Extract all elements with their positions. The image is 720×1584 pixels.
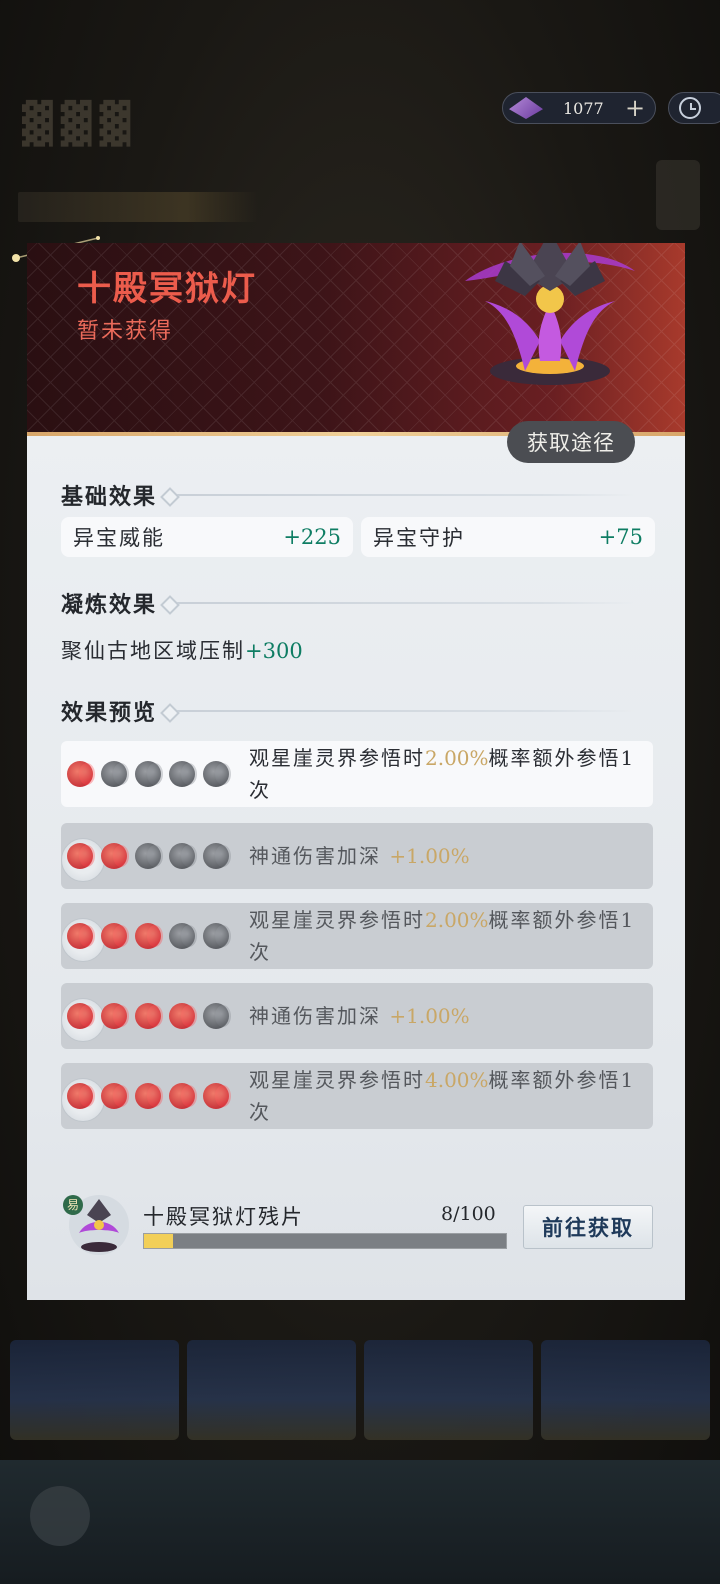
stat-box: 异宝威能 +225 (61, 517, 353, 557)
item-header: 十殿冥狱灯 暂未获得 (27, 243, 685, 436)
level-pip-icon (203, 1003, 229, 1029)
clock-button[interactable] (668, 92, 720, 124)
preview-row: 观星崖灵界参悟时4.00%概率额外参悟1次 (61, 1063, 653, 1129)
preview-row: 神通伤害加深 +1.00% (61, 983, 653, 1049)
background-title-decoration: ▓▓▓ (22, 100, 139, 147)
level-pip-icon (67, 761, 93, 787)
refine-label: 聚仙古地区域压制 (61, 639, 245, 663)
preview-text-before: 神通伤害加深 (249, 1004, 390, 1028)
clock-icon (679, 97, 701, 119)
level-pip-icon (101, 1003, 127, 1029)
preview-row: 观星崖灵界参悟时2.00%概率额外参悟1次 (61, 903, 653, 969)
background-subtitle-decoration (18, 192, 258, 222)
background-card (187, 1340, 356, 1440)
level-pip-icon (101, 843, 127, 869)
refine-effect-line: 聚仙古地区域压制+300 (61, 635, 303, 665)
level-pip-icon (67, 1083, 93, 1109)
level-pip-icon (169, 843, 195, 869)
preview-text-before: 观星崖灵界参悟时 (249, 908, 425, 932)
stat-box: 异宝守护 +75 (361, 517, 655, 557)
preview-percent: 2.00% (425, 746, 489, 770)
item-name: 十殿冥狱灯 (77, 269, 257, 309)
level-pip-icon (203, 923, 229, 949)
stat-value: +75 (598, 525, 643, 549)
level-pips (61, 761, 249, 787)
level-pip-icon (169, 923, 195, 949)
preview-percent: 4.00% (425, 1068, 489, 1092)
background-bottom-bar (0, 1460, 720, 1584)
acquire-route-button[interactable]: 获取途径 (507, 421, 635, 463)
stat-label: 异宝守护 (373, 526, 465, 550)
level-pip-icon (135, 843, 161, 869)
level-pip-icon (135, 923, 161, 949)
level-pip-icon (135, 1083, 161, 1109)
fragment-progress-bar (143, 1233, 507, 1249)
preview-text-before: 观星崖灵界参悟时 (249, 746, 425, 770)
lotus-lamp-icon (465, 243, 635, 385)
background-side-icon (656, 160, 700, 230)
section-divider (165, 494, 636, 496)
preview-percent: +1.00% (389, 844, 470, 868)
background-card (364, 1340, 533, 1440)
level-pips (61, 1078, 249, 1122)
background-cards (10, 1340, 710, 1440)
add-currency-button[interactable]: + (625, 96, 645, 120)
level-pip-icon (169, 761, 195, 787)
refine-effect-title: 凝炼效果 (61, 587, 636, 619)
level-pip-icon (101, 761, 127, 787)
back-icon[interactable] (30, 1486, 90, 1546)
level-pip-icon (135, 1003, 161, 1029)
level-pip-icon (101, 923, 127, 949)
preview-row-text: 观星崖灵界参悟时2.00%概率额外参悟1次 (249, 742, 647, 806)
level-pip-icon (203, 761, 229, 787)
background-card (541, 1340, 710, 1440)
level-pip-icon (203, 1083, 229, 1109)
section-divider (165, 710, 636, 712)
level-pips (61, 838, 249, 882)
preview-title-text: 效果预览 (61, 700, 158, 726)
level-pips (61, 998, 249, 1042)
currency-amount: 1077 (563, 98, 604, 118)
stat-label: 异宝威能 (73, 526, 165, 550)
preview-row-text: 观星崖灵界参悟时2.00%概率额外参悟1次 (249, 904, 647, 968)
refine-value: +300 (245, 639, 303, 663)
fragment-lamp-icon: 易 (63, 1195, 129, 1255)
preview-percent: 2.00% (425, 908, 489, 932)
level-pip-icon (101, 1083, 127, 1109)
item-detail-panel: 十殿冥狱灯 暂未获得 获取途径 基础效果 异宝威能 +225 异宝守护 +75 … (27, 243, 685, 1300)
level-pip-icon (135, 761, 161, 787)
fragment-progress-fill (144, 1234, 173, 1248)
preview-row-text: 神通伤害加深 +1.00% (249, 840, 647, 872)
preview-title: 效果预览 (61, 695, 636, 727)
level-pip-icon (67, 923, 93, 949)
background-card (10, 1340, 179, 1440)
stat-value: +225 (283, 525, 341, 549)
level-pip-icon (67, 843, 93, 869)
refine-effect-title-text: 凝炼效果 (61, 592, 158, 618)
preview-percent: +1.00% (389, 1004, 470, 1028)
preview-row-text: 观星崖灵界参悟时4.00%概率额外参悟1次 (249, 1064, 647, 1128)
level-pip-icon (203, 843, 229, 869)
preview-row: 观星崖灵界参悟时2.00%概率额外参悟1次 (61, 741, 653, 807)
fragment-row: 易 十殿冥狱灯残片 8/100 前往获取 (61, 1193, 653, 1263)
currency-bar: 1077 + (502, 92, 656, 124)
item-status: 暂未获得 (77, 319, 174, 344)
fragment-count: 8/100 (441, 1203, 496, 1225)
level-pips (61, 918, 249, 962)
fragment-name: 十殿冥狱灯残片 (143, 1205, 304, 1229)
easy-badge: 易 (67, 1198, 79, 1212)
base-effect-title-text: 基础效果 (61, 484, 158, 510)
level-pip-icon (169, 1083, 195, 1109)
preview-row-text: 神通伤害加深 +1.00% (249, 1000, 647, 1032)
section-divider (165, 602, 636, 604)
preview-row: 神通伤害加深 +1.00% (61, 823, 653, 889)
level-pip-icon (169, 1003, 195, 1029)
preview-text-before: 神通伤害加深 (249, 844, 390, 868)
base-effect-title: 基础效果 (61, 479, 636, 511)
spirit-crystal-icon (509, 97, 543, 119)
go-acquire-button[interactable]: 前往获取 (523, 1205, 653, 1249)
preview-text-before: 观星崖灵界参悟时 (249, 1068, 425, 1092)
level-pip-icon (67, 1003, 93, 1029)
